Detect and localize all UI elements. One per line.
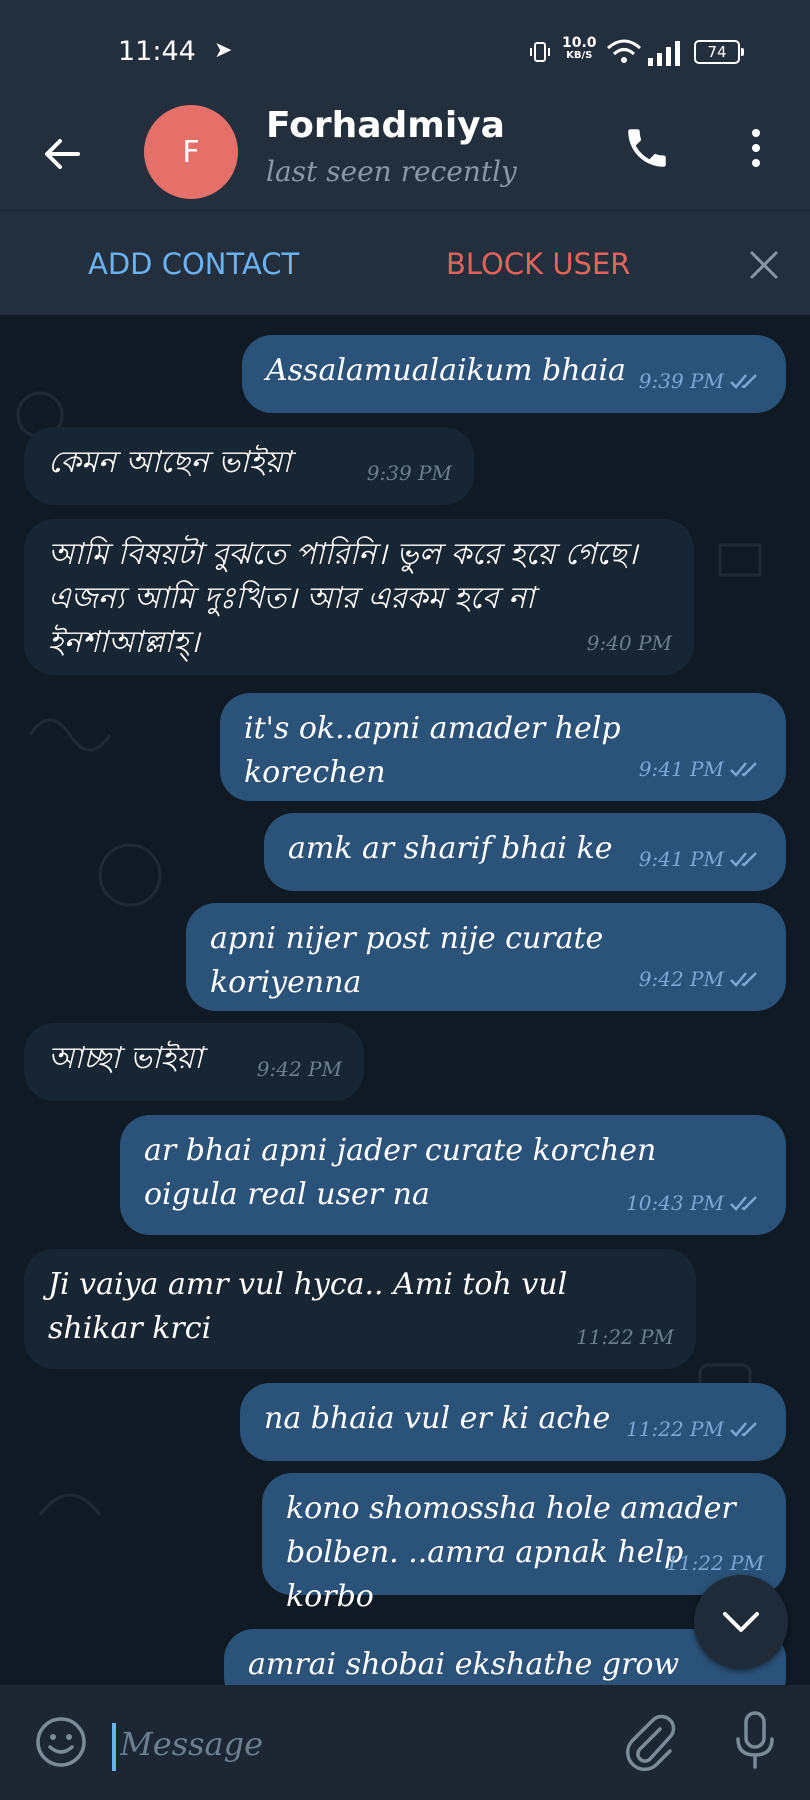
message-composer	[0, 1685, 810, 1800]
message-bubble-incoming[interactable]: কেমন আছেন ভাইয়া 9:39 PM	[24, 427, 474, 505]
message-bubble-incoming[interactable]: আমি বিষয়টা বুঝতে পারিনি। ভুল করে হয়ে গ…	[24, 519, 694, 675]
message-bubble-outgoing[interactable]: ar bhai apni jader curate korchen oigula…	[120, 1115, 786, 1235]
avatar[interactable]: F	[144, 105, 238, 199]
net-speed-unit: KB/S	[566, 50, 593, 61]
contact-name[interactable]: Forhadmiya	[266, 105, 505, 146]
more-vert-icon[interactable]	[736, 123, 776, 173]
message-bubble-incoming[interactable]: আচ্ছা ভাইয়া 9:42 PM	[24, 1023, 364, 1101]
message-bubble-outgoing[interactable]: apni nijer post nije curate koriyenna 9:…	[186, 903, 786, 1011]
phone-icon[interactable]	[622, 123, 672, 173]
message-text: na bhaia vul er ki ache	[264, 1401, 611, 1436]
message-meta: 9:39 PM	[639, 359, 764, 403]
message-text: আচ্ছা ভাইয়া	[48, 1041, 203, 1076]
message-bubble-outgoing[interactable]: amk ar sharif bhai ke 9:41 PM	[264, 813, 786, 891]
add-contact-button[interactable]: ADD CONTACT	[88, 247, 299, 281]
status-bar: 11:44 ➤ 10.0 KB/S 74	[0, 0, 810, 105]
close-icon[interactable]	[746, 247, 782, 283]
message-text: Assalamualaikum bhaia	[266, 353, 626, 388]
chevron-down-icon	[723, 1612, 759, 1632]
message-meta: 9:41 PM	[639, 837, 764, 881]
message-input[interactable]	[112, 1713, 602, 1775]
message-text: amk ar sharif bhai ke	[288, 831, 613, 866]
message-time: 9:41 PM	[638, 757, 724, 781]
paperclip-icon[interactable]	[622, 1711, 676, 1771]
emoji-icon[interactable]	[34, 1715, 88, 1769]
double-check-icon	[730, 852, 757, 867]
message-bubble-outgoing[interactable]: na bhaia vul er ki ache 11:22 PM	[240, 1383, 786, 1461]
message-meta: 10:43 PM	[626, 1181, 764, 1225]
message-text: apni nijer post nije curate koriyenna	[210, 921, 604, 1000]
message-text: আমি বিষয়টা বুঝতে পারিনি। ভুল করে হয়ে গ…	[48, 537, 638, 660]
double-check-icon	[730, 1196, 757, 1211]
message-bubble-outgoing[interactable]: Assalamualaikum bhaia 9:39 PM	[242, 335, 786, 413]
message-meta: 9:40 PM	[587, 621, 672, 665]
block-user-button[interactable]: BLOCK USER	[446, 247, 630, 281]
net-speed-value: 10.0	[562, 35, 597, 51]
chat-header: F Forhadmiya last seen recently	[0, 105, 810, 210]
message-time: 9:39 PM	[366, 461, 452, 485]
signal-icon	[648, 41, 680, 66]
mic-icon[interactable]	[730, 1709, 780, 1773]
battery-icon: 74	[694, 40, 744, 64]
double-check-icon	[730, 374, 757, 389]
message-meta: 9:41 PM	[639, 747, 764, 791]
message-text: it's ok..apni amader help korechen	[244, 711, 621, 790]
message-text: কেমন আছেন ভাইয়া	[48, 445, 291, 480]
message-text: Ji vaiya amr vul hyca.. Ami toh vul shik…	[48, 1267, 568, 1346]
message-time: 11:22 PM	[626, 1417, 724, 1441]
message-time: 11:22 PM	[576, 1325, 674, 1349]
message-meta: 11:22 PM	[576, 1315, 674, 1359]
net-speed: 10.0 KB/S	[562, 36, 597, 62]
telegram-chat-screen: 11:44 ➤ 10.0 KB/S 74 F Forhadmiya last s…	[0, 0, 810, 1800]
double-check-icon	[730, 1422, 757, 1437]
message-time: 9:41 PM	[638, 847, 724, 871]
message-meta: 9:42 PM	[639, 957, 764, 1001]
double-check-icon	[730, 972, 757, 987]
message-time: 9:39 PM	[638, 369, 724, 393]
message-time: 9:42 PM	[256, 1057, 342, 1081]
message-time: 9:40 PM	[586, 631, 672, 655]
location-arrow-icon: ➤	[214, 38, 233, 63]
message-bubble-outgoing[interactable]: it's ok..apni amader help korechen 9:41 …	[220, 693, 786, 801]
message-text: ar bhai apni jader curate korchen oigula…	[144, 1133, 657, 1212]
message-bubble-incoming[interactable]: Ji vaiya amr vul hyca.. Ami toh vul shik…	[24, 1249, 696, 1369]
message-time: 9:42 PM	[638, 967, 724, 991]
wifi-icon	[607, 39, 641, 63]
status-time: 11:44	[118, 36, 196, 67]
contact-status: last seen recently	[266, 155, 517, 188]
back-arrow-icon[interactable]	[38, 129, 88, 179]
message-meta: 9:39 PM	[367, 451, 452, 495]
message-meta: 9:42 PM	[257, 1047, 342, 1091]
scroll-to-bottom-button[interactable]	[694, 1575, 788, 1669]
contact-action-bar: ADD CONTACT BLOCK USER	[0, 210, 810, 316]
message-text: amrai shobai ekshathe grow korbo	[248, 1647, 680, 1682]
double-check-icon	[730, 762, 757, 777]
message-list[interactable]: Assalamualaikum bhaia 9:39 PM কেমন আছেন …	[0, 315, 810, 1685]
vibrate-icon	[530, 42, 550, 62]
message-time: 10:43 PM	[626, 1191, 724, 1215]
message-meta: 11:22 PM	[626, 1407, 764, 1451]
message-bubble-outgoing[interactable]: kono shomossha hole amader bolben. ..amr…	[262, 1473, 786, 1614]
